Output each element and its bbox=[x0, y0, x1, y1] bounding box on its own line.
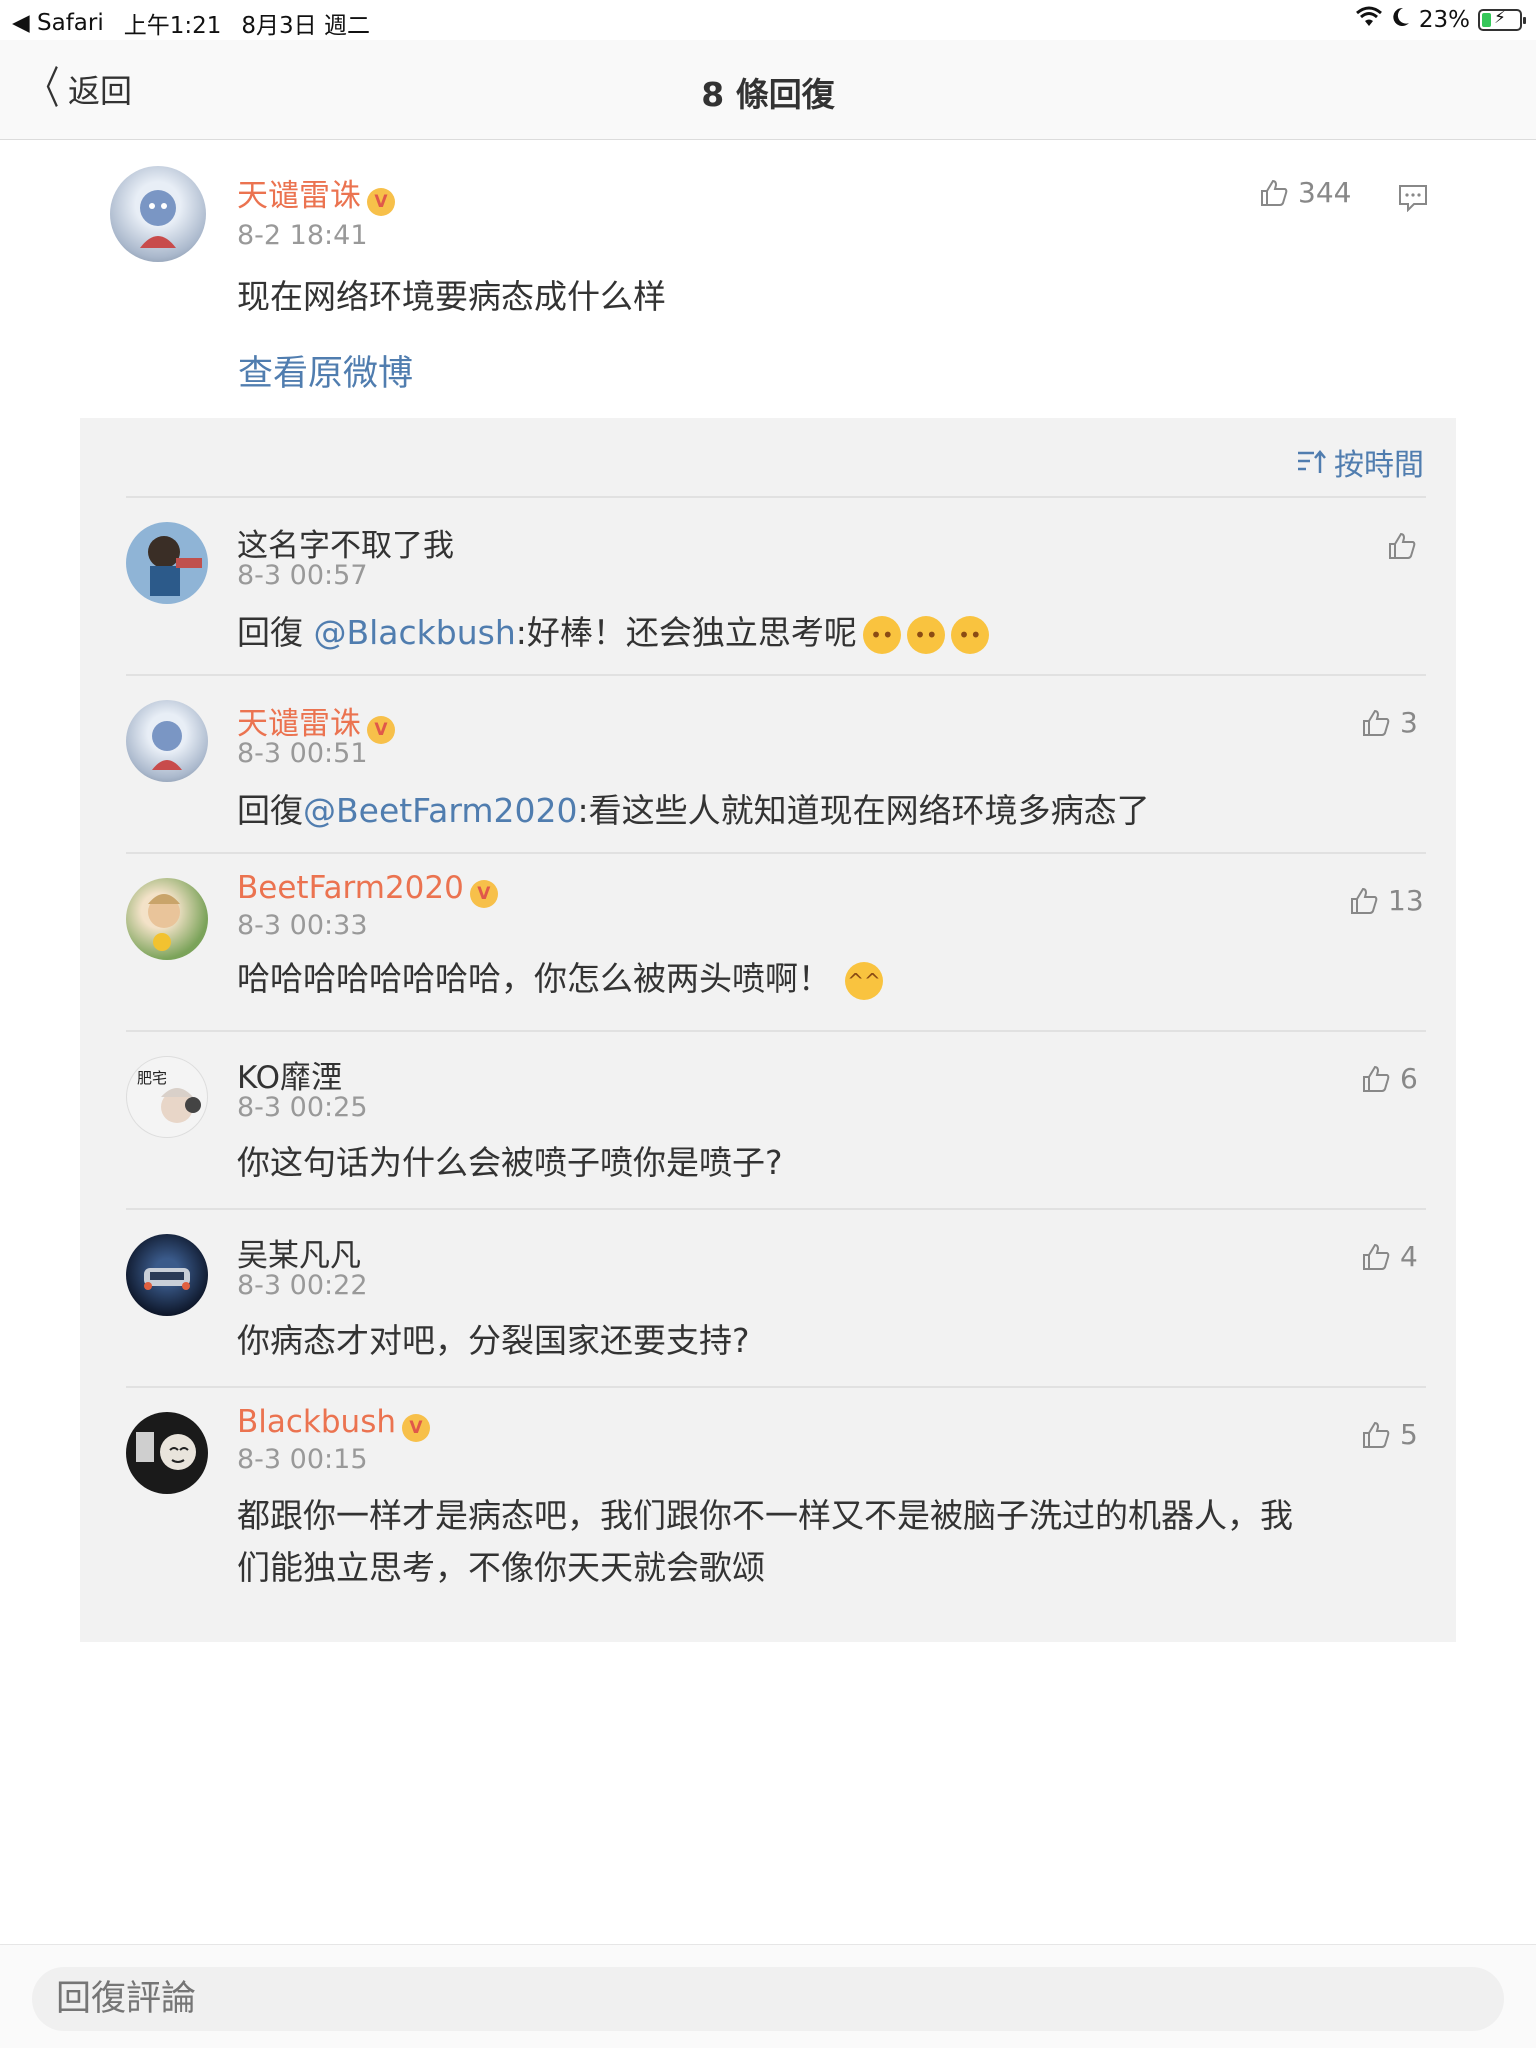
reply-time: 8-3 00:57 bbox=[237, 560, 368, 591]
reply-name[interactable]: BeetFarm2020 bbox=[237, 870, 464, 906]
reply-body: :好棒！还会独立思考呢 bbox=[515, 613, 857, 652]
reply-name[interactable]: Blackbush bbox=[237, 1404, 396, 1440]
main-comment: 天谴雷诛 V 8-2 18:41 现在网络环境要病态成什么样 344 查看原微博 bbox=[0, 140, 1536, 418]
avatar[interactable] bbox=[126, 700, 208, 782]
reply-text: 你这句话为什么会被喷子喷你是喷子? bbox=[237, 1143, 783, 1182]
reply-item: 天谴雷诛 V 8-3 00:51 回復@BeetFarm2020:看这些人就知道现… bbox=[80, 676, 1456, 852]
like-button[interactable]: 5 bbox=[1360, 1418, 1418, 1451]
thumbs-up-icon bbox=[1363, 1243, 1390, 1270]
like-count: 6 bbox=[1400, 1062, 1418, 1095]
reply-item: Blackbush V 8-3 00:15 都跟你一样才是病态吧，我们跟你不一样又… bbox=[80, 1388, 1456, 1618]
view-original-link[interactable]: 查看原微博 bbox=[238, 345, 413, 396]
reply-name[interactable]: 这名字不取了我 bbox=[237, 520, 454, 565]
svg-text:肥宅: 肥宅 bbox=[137, 1069, 167, 1087]
avatar[interactable]: 肥宅 bbox=[126, 1056, 208, 1138]
back-to-app[interactable]: ◀ Safari bbox=[12, 10, 104, 36]
avatar[interactable] bbox=[126, 1234, 208, 1316]
reply-text: 回復 @Blackbush:好棒！还会独立思考呢 •• •• •• bbox=[237, 606, 989, 654]
nav-bar: 〈 返回 8 條回復 bbox=[0, 40, 1536, 140]
reply-text: 都跟你一样才是病态吧，我们跟你不一样又不是被脑子洗过的机器人，我 们能独立思考，不… bbox=[237, 1490, 1397, 1594]
reply-text: 回復@BeetFarm2020:看这些人就知道现在网络环境多病态了 bbox=[237, 784, 1150, 832]
like-count: 3 bbox=[1400, 706, 1418, 739]
like-count: 4 bbox=[1400, 1240, 1418, 1273]
vip-badge-icon: V bbox=[469, 879, 498, 908]
reply-item: 肥宅 KO靡湮 8-3 00:25 你这句话为什么会被喷子喷你是喷子? 6 bbox=[80, 1032, 1456, 1208]
reply-name[interactable]: 天谴雷诛 bbox=[237, 706, 361, 742]
like-button[interactable]: 3 bbox=[1360, 706, 1418, 739]
thumbs-up-icon bbox=[1363, 709, 1390, 736]
vip-badge-icon: V bbox=[367, 715, 395, 744]
emoji-icon: •• bbox=[950, 615, 989, 654]
like-count: 5 bbox=[1400, 1418, 1418, 1451]
reply-time: 8-3 00:15 bbox=[237, 1444, 368, 1475]
battery-percent: 23% bbox=[1418, 7, 1470, 33]
wifi-icon bbox=[1355, 6, 1383, 34]
thumbs-up-icon bbox=[1261, 179, 1288, 206]
avatar[interactable] bbox=[126, 878, 208, 960]
reply-time: 8-3 00:22 bbox=[237, 1270, 368, 1301]
status-bar: ◀ Safari 上午1:21 8月3日 週二 23% ⚡ bbox=[0, 0, 1536, 40]
reply-time: 8-3 00:51 bbox=[237, 738, 368, 769]
like-button[interactable]: 344 bbox=[1258, 176, 1351, 209]
vip-badge-icon: V bbox=[402, 1413, 430, 1442]
avatar[interactable] bbox=[126, 522, 208, 604]
battery-icon: ⚡ bbox=[1478, 8, 1526, 31]
reply-time: 8-3 00:33 bbox=[237, 910, 368, 941]
reply-name[interactable]: KO靡湮 bbox=[237, 1052, 342, 1097]
reply-text: 你病态才对吧，分裂国家还要支持? bbox=[237, 1321, 750, 1360]
laughing-emoji-icon: ^^ bbox=[845, 961, 883, 1000]
status-time: 上午1:21 bbox=[123, 13, 222, 39]
reply-prefix: 回復 bbox=[237, 613, 314, 652]
thumbs-up-icon bbox=[1389, 532, 1416, 559]
reply-comment-input[interactable] bbox=[32, 1967, 1504, 2031]
comment-text: 现在网络环境要病态成什么样 bbox=[237, 277, 666, 316]
reply-text: 哈哈哈哈哈哈哈哈，你怎么被两头喷啊！ ^^ bbox=[237, 952, 883, 1000]
reply-time: 8-3 00:25 bbox=[237, 1092, 368, 1123]
thumbs-up-icon bbox=[1351, 887, 1378, 914]
reply-prefix: 回復 bbox=[237, 791, 303, 830]
emoji-icon: •• bbox=[862, 615, 901, 654]
like-button[interactable]: 4 bbox=[1360, 1240, 1418, 1273]
avatar[interactable] bbox=[126, 1412, 208, 1494]
reply-body-line1: 都跟你一样才是病态吧，我们跟你不一样又不是被脑子洗过的机器人，我 bbox=[237, 1496, 1293, 1535]
like-button[interactable] bbox=[1386, 530, 1418, 562]
mention-link[interactable]: @Blackbush bbox=[314, 613, 516, 652]
sort-label: 按時間 bbox=[1334, 448, 1424, 483]
reply-name[interactable]: 吴某凡凡 bbox=[237, 1230, 361, 1275]
reply-body: 哈哈哈哈哈哈哈哈，你怎么被两头喷啊！ bbox=[237, 959, 831, 998]
mention-link[interactable]: @BeetFarm2020 bbox=[303, 791, 577, 830]
page-title: 8 條回復 bbox=[701, 75, 835, 114]
avatar[interactable] bbox=[110, 166, 206, 262]
reply-body-line2: 们能独立思考，不像你天天就会歌颂 bbox=[237, 1548, 765, 1587]
vip-badge-icon: V bbox=[367, 187, 395, 216]
like-button[interactable]: 6 bbox=[1360, 1062, 1418, 1095]
replies-panel: 按時間 这名字不取了我 8-3 00:57 回復 @Blackbush:好棒！还… bbox=[80, 418, 1456, 1642]
emoji-icon: •• bbox=[906, 615, 945, 654]
status-date: 8月3日 週二 bbox=[241, 13, 370, 39]
reply-input-bar bbox=[0, 1944, 1536, 2048]
reply-body: :看这些人就知道现在网络环境多病态了 bbox=[577, 791, 1150, 830]
like-count: 13 bbox=[1388, 884, 1424, 917]
comment-time: 8-2 18:41 bbox=[237, 220, 368, 251]
reply-item: BeetFarm2020 V 8-3 00:33 哈哈哈哈哈哈哈哈，你怎么被两头喷… bbox=[80, 854, 1456, 1030]
thumbs-up-icon bbox=[1363, 1421, 1390, 1448]
thumbs-up-icon bbox=[1363, 1065, 1390, 1092]
sort-by-time-button[interactable]: 按時間 bbox=[1296, 440, 1424, 484]
reply-icon[interactable] bbox=[1398, 184, 1428, 216]
commenter-name[interactable]: 天谴雷诛 bbox=[237, 178, 361, 214]
reply-item: 吴某凡凡 8-3 00:22 你病态才对吧，分裂国家还要支持? 4 bbox=[80, 1210, 1456, 1386]
reply-item: 这名字不取了我 8-3 00:57 回復 @Blackbush:好棒！还会独立思… bbox=[80, 498, 1456, 674]
sort-icon bbox=[1298, 450, 1326, 473]
page: ◀ Safari 上午1:21 8月3日 週二 23% ⚡ 〈 返回 8 條回復 bbox=[0, 0, 1536, 2048]
moon-icon bbox=[1391, 6, 1411, 34]
like-button[interactable]: 13 bbox=[1348, 884, 1424, 917]
like-count: 344 bbox=[1298, 176, 1352, 209]
